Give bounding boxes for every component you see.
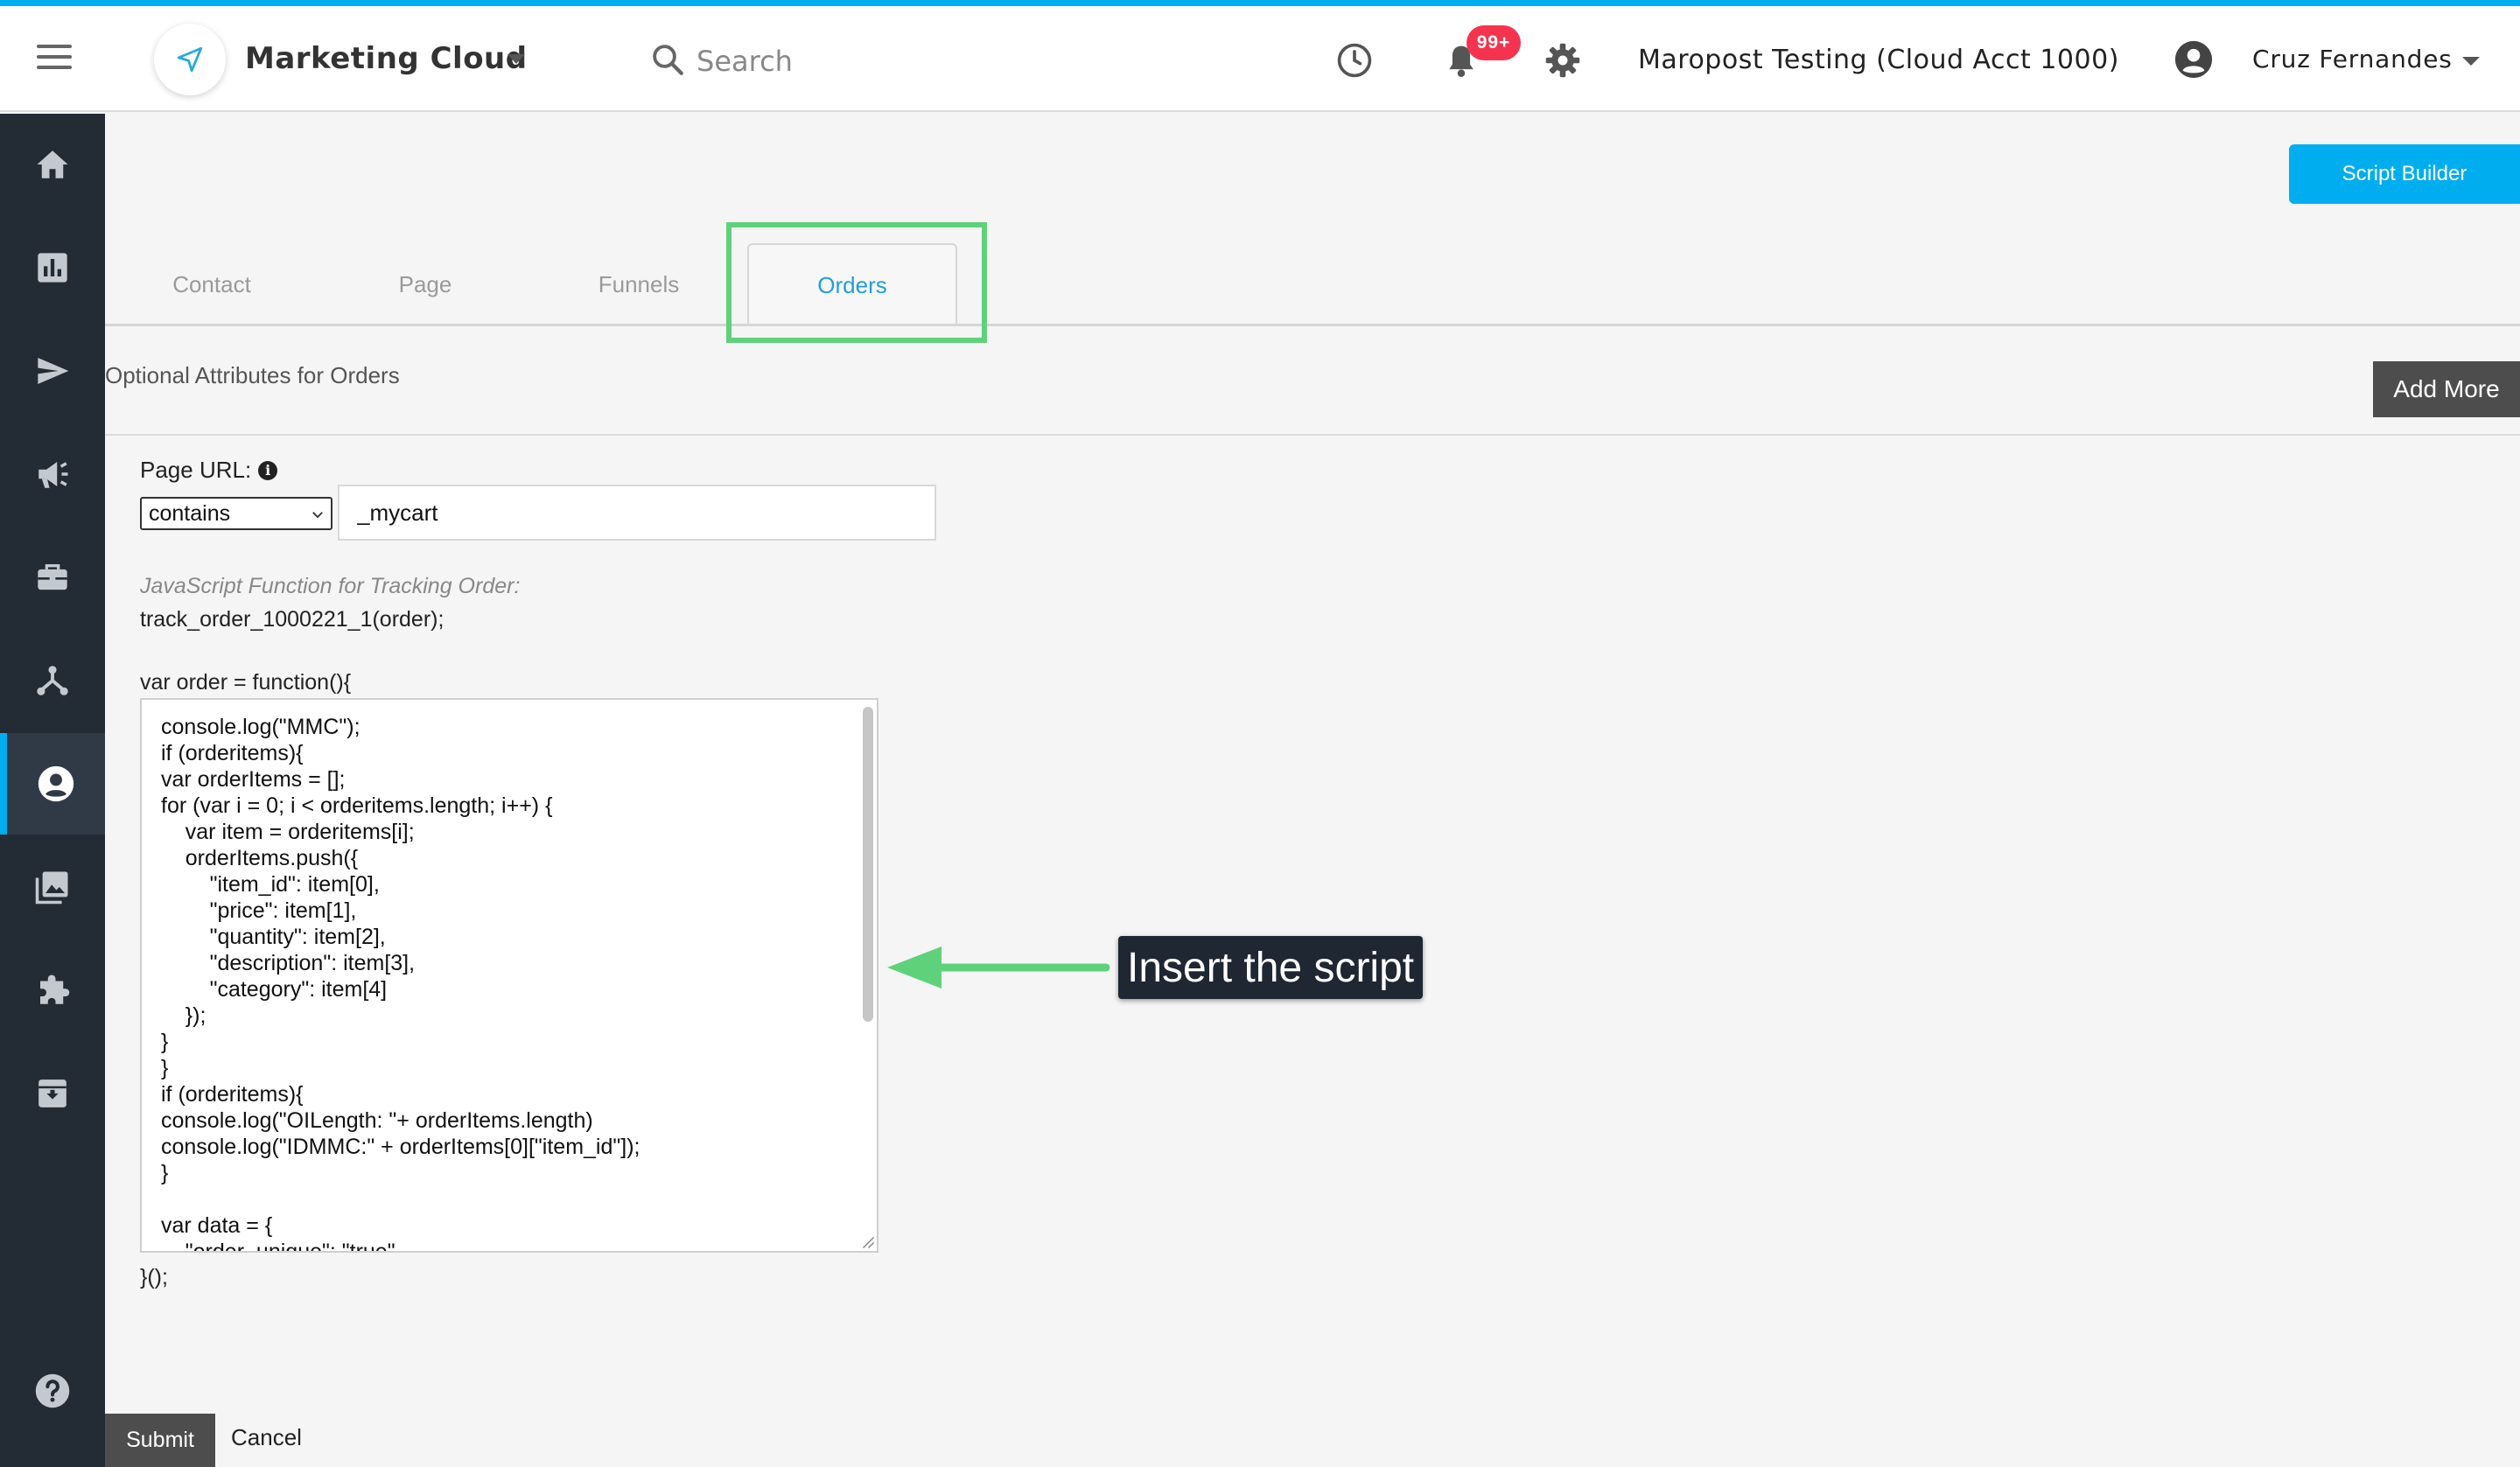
tab-contact[interactable]: Contact [107,245,317,324]
sidebar-item-campaigns[interactable] [0,423,105,525]
app-logo[interactable] [154,24,226,95]
navigation-arrow-icon [177,46,203,73]
script-textarea[interactable]: console.log("MMC"); if (orderitems){ var… [140,698,878,1253]
url-match-type-select[interactable]: contains [140,497,332,530]
gallery-icon [35,871,68,905]
search-icon[interactable] [649,41,686,78]
js-function-label: JavaScript Function for Tracking Order: [140,574,521,598]
notification-count-badge: 99+ [1466,25,1521,60]
page-url-label-text: Page URL: [140,457,252,483]
user-avatar-icon[interactable] [2174,39,2214,80]
info-icon[interactable]: i [258,460,278,480]
send-icon [38,358,69,384]
chart-icon [38,253,67,283]
sidebar-item-archive[interactable] [0,1043,105,1144]
submit-button[interactable]: Submit [105,1414,215,1467]
user-name[interactable]: Cruz Fernandes [2252,45,2453,73]
help-icon [35,1373,70,1408]
account-name[interactable]: Maropost Testing (Cloud Acct 1000) [1638,45,2119,75]
puzzle-icon [40,975,70,1004]
cancel-button[interactable]: Cancel [231,1424,302,1451]
tab-funnels[interactable]: Funnels [534,245,744,324]
home-icon [37,150,68,178]
function-close-text: }(); [140,1265,168,1289]
sidebar-item-tools[interactable] [0,527,105,628]
textarea-scrollbar[interactable] [863,707,873,1022]
orders-tab-highlight-box [726,222,987,343]
hamburger-menu-icon[interactable] [37,45,72,71]
top-header: Marketing Cloud 99+ Maropost Testing (Cl… [0,6,2520,112]
script-code: console.log("MMC"); if (orderitems){ var… [161,715,640,1253]
sidebar [0,114,105,1467]
add-more-button[interactable]: Add More [2373,361,2520,417]
annotation-arrow-icon [887,947,1110,988]
optional-attributes-label: Optional Attributes for Orders [105,362,400,388]
tabs-divider [105,324,2520,326]
sidebar-item-send[interactable] [0,320,105,422]
briefcase-icon [38,564,67,590]
url-match-type-value: contains [149,500,231,526]
archive-icon [38,1079,66,1107]
sidebar-item-content[interactable] [0,836,105,938]
section-divider [105,434,2520,436]
script-builder-button[interactable]: Script Builder [2289,144,2520,204]
app-switcher-title[interactable]: Marketing Cloud [245,41,528,76]
gear-icon[interactable] [1544,41,1582,80]
sidebar-item-reports[interactable] [0,217,105,318]
resize-grip-icon[interactable] [859,1233,875,1249]
page-url-label: Page URL: i [140,457,278,484]
sidebar-item-contacts[interactable] [0,733,105,835]
sidebar-item-integrations[interactable] [0,940,105,1041]
search-input[interactable] [696,39,959,83]
annotation-callout: Insert the script [1118,936,1424,999]
sidebar-item-home[interactable] [0,114,105,215]
top-accent-bar [0,0,2520,6]
user-menu-chevron-down-icon[interactable] [2462,57,2480,66]
network-icon [37,666,68,695]
user-icon [38,765,74,802]
chevron-down-icon [312,512,323,519]
page-url-input[interactable] [338,485,936,541]
sidebar-item-help[interactable] [0,1340,105,1442]
js-function-call: track_order_1000221_1(order); [140,607,444,632]
history-clock-icon[interactable] [1335,41,1374,80]
function-open-text: var order = function(){ [140,670,352,695]
tab-page[interactable]: Page [320,245,530,324]
chevron-down-icon[interactable] [508,54,525,64]
megaphone-icon [38,462,68,488]
sidebar-item-journeys[interactable] [0,630,105,731]
